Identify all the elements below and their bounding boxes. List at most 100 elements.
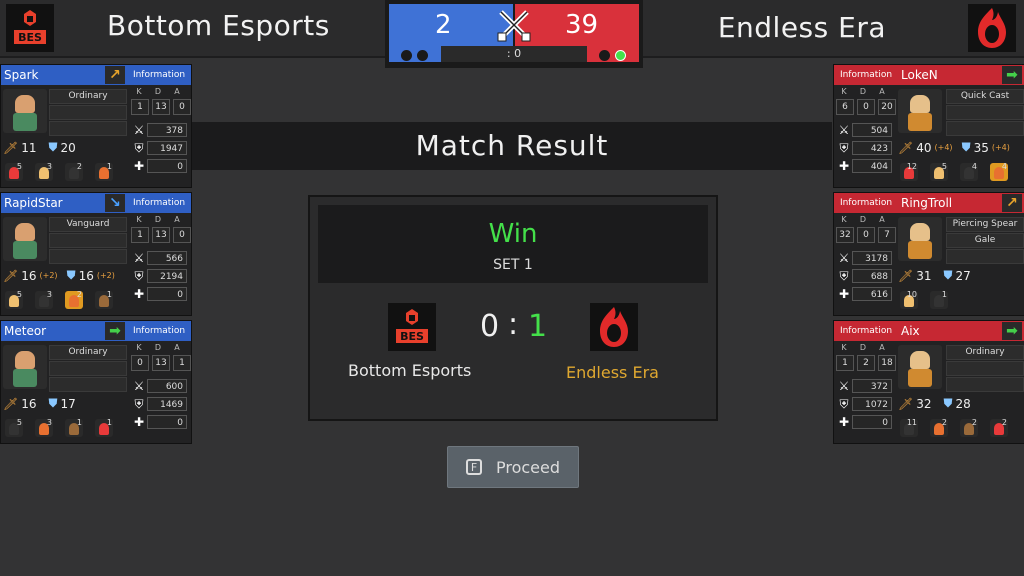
damage-dealt-icon: ⚔ <box>838 379 850 393</box>
bottom-esports-logo: BES <box>6 4 54 52</box>
damage-dealt-icon: ⚔ <box>133 379 145 393</box>
player-role-empty <box>49 249 127 264</box>
attack-icon: 🗡 <box>898 268 914 283</box>
blue-player-card: Meteor ➡ Information Ordinary KDA 0 13 1… <box>0 320 192 444</box>
information-tab[interactable]: Information <box>127 65 191 85</box>
deaths: 13 <box>152 355 170 371</box>
assists: 0 <box>173 99 191 115</box>
player-role-secondary: Gale <box>946 233 1024 248</box>
defense-value: 27 <box>955 268 971 283</box>
kda-headers: KDA <box>841 215 885 224</box>
healing: 0 <box>147 159 187 173</box>
proceed-label: Proceed <box>495 457 561 477</box>
information-tab[interactable]: Information <box>127 193 191 213</box>
kda-headers: KDA <box>841 343 885 352</box>
squad-member-icon: 10 <box>900 290 918 309</box>
blue-player-card: Spark ↗ Information Ordinary KDA 1 13 0 … <box>0 64 192 188</box>
squad-icons: 5 3 2 1 <box>5 162 125 185</box>
kills: 1 <box>131 227 149 243</box>
information-label: Information <box>132 70 186 80</box>
squad-member-icon: 4 <box>990 162 1008 181</box>
player-portrait <box>898 345 942 389</box>
blue-score: 2 <box>435 10 452 40</box>
squad-member-icon: 1 <box>95 418 113 437</box>
combat-stats: ⚔ 504 ⛨ 423 ✚ 404 <box>836 121 892 175</box>
kda-headers: KDA <box>136 215 180 224</box>
assists: 18 <box>878 355 896 371</box>
player-role: Vanguard <box>49 217 127 232</box>
squad-member-icon: 2 <box>65 162 83 181</box>
crossed-swords-icon <box>495 6 533 44</box>
player-role: Quick Cast <box>946 89 1024 104</box>
information-label: Information <box>839 326 893 336</box>
player-name: RapidStar <box>4 196 63 210</box>
atk-def-row: 🗡 16 (+2) ⛊ 16 (+2) <box>3 268 125 283</box>
damage-taken-icon: ⛨ <box>134 396 144 411</box>
defense-icon: ⛊ <box>48 396 58 410</box>
information-tab[interactable]: Information <box>834 193 898 213</box>
damage-taken: 1947 <box>147 141 187 155</box>
squad-member-icon: 4 <box>960 162 978 181</box>
arrow-glyph: ↗ <box>109 67 121 83</box>
damage-taken-icon: ⛨ <box>134 140 144 155</box>
heal-icon: ✚ <box>838 415 850 429</box>
damage-dealt: 372 <box>852 379 892 393</box>
information-label: Information <box>132 326 186 336</box>
attack-value: 40 <box>916 140 932 155</box>
squad-member-icon: 12 <box>900 162 918 181</box>
squad-member-icon: 1 <box>930 290 948 309</box>
kills: 32 <box>836 227 854 243</box>
heal-icon: ✚ <box>838 159 850 173</box>
defense-value: 35 <box>973 140 989 155</box>
heal-icon: ✚ <box>133 287 145 301</box>
kda-values: 1 13 0 <box>131 227 191 243</box>
defense-value: 28 <box>955 396 971 411</box>
attack-value: 11 <box>21 140 37 155</box>
information-tab[interactable]: Information <box>834 321 898 341</box>
atk-def-row: 🗡 11 ⛊ 20 <box>3 140 125 155</box>
atk-def-row: 🗡 32 ⛊ 28 <box>898 396 1020 411</box>
squad-member-icon: 2 <box>65 290 83 309</box>
trend-arrow-icon: ➡ <box>105 322 125 340</box>
defense-icon: ⛊ <box>48 140 58 154</box>
player-role: Ordinary <box>49 89 127 104</box>
attack-bonus: (+2) <box>39 271 58 280</box>
svg-text:BES: BES <box>18 31 42 44</box>
player-name: Spark <box>4 68 39 82</box>
outcome-bar: Win SET 1 <box>318 205 708 283</box>
heal-icon: ✚ <box>838 287 850 301</box>
player-role-secondary <box>946 105 1024 120</box>
left-team-name: Bottom Esports <box>107 9 330 42</box>
attack-value: 31 <box>916 268 932 283</box>
kills: 1 <box>131 99 149 115</box>
player-role: Ordinary <box>946 345 1024 360</box>
kda-values: 1 2 18 <box>836 355 896 371</box>
proceed-button[interactable]: F Proceed <box>447 446 579 488</box>
trend-arrow-icon: ➡ <box>1002 322 1022 340</box>
player-role-empty <box>946 377 1024 392</box>
damage-taken: 2194 <box>147 269 187 283</box>
player-role-empty <box>946 121 1024 136</box>
damage-dealt: 566 <box>147 251 187 265</box>
information-tab[interactable]: Information <box>834 65 898 85</box>
bes-logo-icon: BES <box>14 10 46 44</box>
assists: 20 <box>878 99 896 115</box>
player-role: Piercing Spear <box>946 217 1024 232</box>
healing: 404 <box>852 159 892 173</box>
attack-icon: 🗡 <box>898 140 914 155</box>
player-role: Ordinary <box>49 345 127 360</box>
information-tab[interactable]: Information <box>127 321 191 341</box>
player-role-secondary <box>49 105 127 120</box>
endless-era-logo <box>968 4 1016 52</box>
kills: 0 <box>131 355 149 371</box>
squad-icons: 5 3 2 1 <box>5 290 125 313</box>
player-role-secondary <box>946 361 1024 376</box>
heal-icon: ✚ <box>133 415 145 429</box>
player-portrait <box>898 217 942 261</box>
arrow-glyph: ↘ <box>109 195 121 211</box>
result-panel: Win SET 1 BES 0 : 1 Bottom Esports Endle… <box>308 195 718 421</box>
combat-stats: ⚔ 372 ⛨ 1072 ✚ 0 <box>836 377 892 431</box>
damage-dealt: 600 <box>147 379 187 393</box>
flame-logo-icon <box>600 307 628 347</box>
player-name: Aix <box>901 324 920 338</box>
